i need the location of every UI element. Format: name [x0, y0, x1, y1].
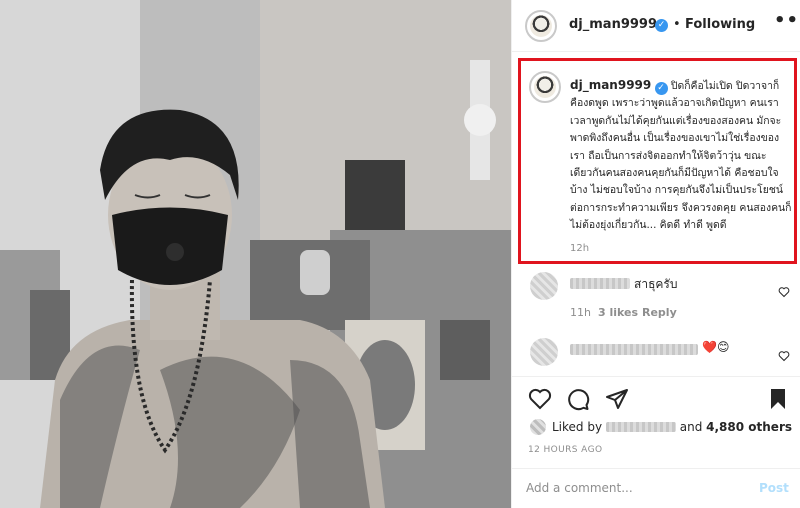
- likes-and-label: and: [679, 420, 703, 434]
- caption-time: 12h: [570, 243, 590, 254]
- verified-badge-icon: ✓: [655, 19, 668, 32]
- liker-username-redacted[interactable]: [605, 422, 676, 432]
- post-side-panel: dj_man9999 ✓ • Following ••• dj_man9999 …: [511, 0, 800, 508]
- commenter-username-redacted[interactable]: [570, 344, 698, 355]
- comment-like-heart-icon[interactable]: [778, 286, 790, 298]
- reply-button[interactable]: Reply: [642, 306, 677, 319]
- post-timestamp[interactable]: 12 HOURS AGO: [528, 445, 602, 455]
- share-paper-plane-icon[interactable]: [605, 387, 629, 411]
- post-image: [0, 0, 511, 508]
- following-button[interactable]: Following: [685, 17, 755, 32]
- caption-username[interactable]: dj_man9999: [570, 78, 651, 92]
- add-comment-input[interactable]: [526, 481, 746, 495]
- likes-text[interactable]: Liked by and 4,880 others: [552, 420, 792, 434]
- more-options-icon[interactable]: •••: [774, 10, 800, 31]
- comment-item: สาธุครับ 11h 3 likes Reply: [512, 272, 800, 319]
- comment-like-heart-icon[interactable]: [778, 350, 790, 362]
- liked-by-label: Liked by: [552, 420, 603, 434]
- commenter-avatar[interactable]: [530, 338, 558, 366]
- comment-text: สาธุครับ: [634, 277, 678, 291]
- comment-likes[interactable]: 3 likes: [598, 306, 638, 319]
- comment-text: ❤️😊: [702, 340, 730, 354]
- post-comment-button[interactable]: Post: [759, 481, 789, 495]
- post-header: dj_man9999 ✓ • Following •••: [512, 0, 800, 52]
- like-heart-icon[interactable]: [528, 387, 552, 411]
- separator-dot: •: [673, 17, 681, 32]
- likes-summary: Liked by and 4,880 others: [512, 412, 800, 440]
- likes-count[interactable]: 4,880 others: [706, 420, 792, 434]
- comment-item: ❤️😊: [512, 336, 800, 376]
- comment-time: 11h: [570, 306, 591, 319]
- author-username[interactable]: dj_man9999: [569, 17, 657, 32]
- caption-highlight-box: dj_man9999 ✓ ปิดก็คือไม่เปิด ปิดวาจาก็คื…: [518, 58, 797, 264]
- commenter-username-redacted[interactable]: [570, 278, 630, 289]
- comment-bubble-icon[interactable]: [566, 387, 590, 411]
- liker-avatar[interactable]: [530, 419, 546, 435]
- add-comment-bar: Post: [512, 468, 800, 508]
- commenter-avatar[interactable]: [530, 272, 558, 300]
- caption-text: ปิดก็คือไม่เปิด ปิดวาจาก็คืองดพูด เพราะว…: [570, 80, 792, 232]
- post-photo-illustration: [0, 0, 511, 508]
- author-avatar[interactable]: [525, 10, 557, 42]
- save-bookmark-icon[interactable]: [766, 387, 790, 411]
- verified-badge-icon: ✓: [654, 82, 668, 95]
- caption-avatar[interactable]: [529, 71, 561, 103]
- caption-body: dj_man9999 ✓ ปิดก็คือไม่เปิด ปิดวาจาก็คื…: [570, 77, 792, 235]
